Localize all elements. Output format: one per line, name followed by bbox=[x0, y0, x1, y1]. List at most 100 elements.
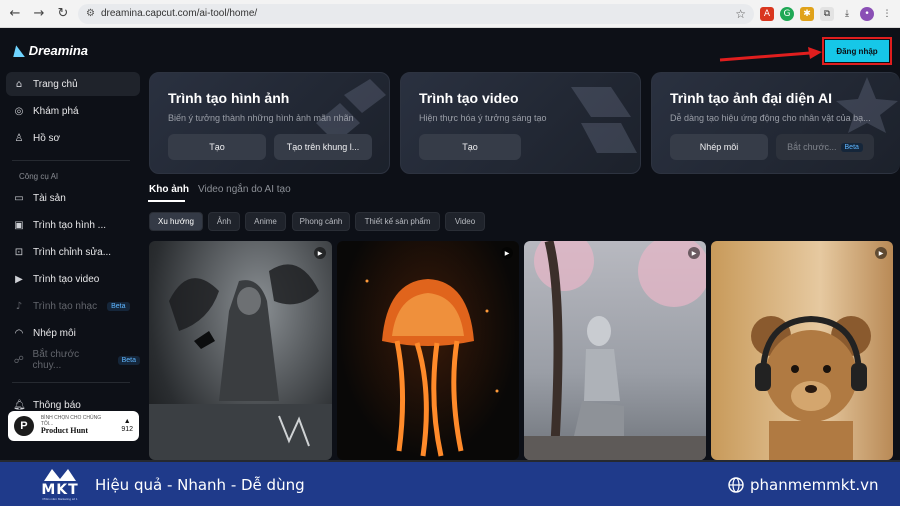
home-icon: ⌂ bbox=[15, 78, 23, 90]
extension-adobe-icon[interactable]: A bbox=[760, 6, 774, 21]
sidebar-item-label: Khám phá bbox=[33, 105, 79, 117]
create-on-canvas-button[interactable]: Tạo trên khung l... bbox=[274, 134, 372, 160]
folder-icon: ▭ bbox=[14, 192, 24, 204]
annotation-arrow bbox=[719, 47, 822, 62]
card-title: Trình tạo video bbox=[419, 90, 519, 106]
card-description: Hiện thực hóa ý tưởng sáng tạo bbox=[419, 113, 547, 123]
active-tab-underline bbox=[148, 200, 185, 202]
sidebar-item-label: Trình tạo hình ... bbox=[33, 219, 107, 231]
motion-icon: ☍ bbox=[13, 354, 24, 366]
sidebar-item-label: Trang chủ bbox=[33, 78, 78, 90]
beta-badge: Beta bbox=[840, 142, 863, 152]
video-indicator-icon: ▶ bbox=[688, 247, 700, 259]
button-label: Bắt chước... bbox=[787, 142, 837, 152]
url-text: dreamina.capcut.com/ai-tool/home/ bbox=[100, 8, 258, 19]
beta-badge: Beta bbox=[107, 301, 130, 311]
video-icon: ▶ bbox=[15, 273, 23, 285]
profile-avatar-icon[interactable]: • bbox=[860, 6, 874, 21]
tab-image-gallery[interactable]: Kho ảnh bbox=[149, 184, 189, 195]
sidebar-item-assets[interactable]: ▭ Tài sản bbox=[6, 186, 140, 210]
sidebar-item-label: Trình tạo nhạc bbox=[33, 300, 98, 312]
sidebar-item-motion-mimic[interactable]: ☍ Bắt chước chuy... Beta bbox=[6, 348, 140, 372]
more-menu-icon[interactable]: ⋮ bbox=[880, 6, 894, 21]
upvote-icon: ▲ bbox=[123, 418, 131, 426]
sidebar-item-music-generator[interactable]: ♪ Trình tạo nhạc Beta bbox=[6, 294, 140, 318]
filter-product-design[interactable]: Thiết kế sản phẩm bbox=[355, 212, 440, 231]
gallery-image-praying-robot[interactable]: ▶ bbox=[524, 241, 706, 460]
gallery-image-dark-wizard[interactable]: ▶ bbox=[149, 241, 332, 460]
sidebar-item-label: Trình tạo video bbox=[33, 273, 100, 285]
sidebar-item-explore[interactable]: ◎ Khám phá bbox=[6, 99, 140, 123]
browser-toolbar: ← → ↻ ⚙ dreamina.capcut.com/ai-tool/home… bbox=[0, 0, 900, 28]
compass-icon: ◎ bbox=[14, 105, 24, 117]
tab-ai-videos[interactable]: Video ngắn do AI tạo bbox=[198, 184, 291, 195]
bell-icon: 🔔︎ bbox=[13, 399, 26, 411]
dreamina-mark-icon: ◣ bbox=[14, 42, 25, 58]
banner-website-text: phanmemmkt.vn bbox=[750, 476, 879, 494]
sidebar-item-label: Nhép môi bbox=[33, 327, 76, 339]
sidebar-divider bbox=[12, 382, 130, 383]
product-hunt-logo-icon: P bbox=[14, 416, 34, 436]
product-hunt-badge[interactable]: P BÌNH CHỌN CHO CHÚNG TÔI... Product Hun… bbox=[8, 411, 139, 441]
mkt-logo: MKT Phần mềm Marketing số 1 bbox=[38, 465, 82, 503]
sidebar-item-label: Tài sản bbox=[33, 192, 66, 204]
sidebar-item-video-generator[interactable]: ▶ Trình tạo video bbox=[6, 267, 140, 291]
sidebar-item-label: Bắt chước chuy... bbox=[32, 349, 80, 371]
filter-landscape[interactable]: Phong cảnh bbox=[292, 212, 350, 231]
bookmark-star-icon[interactable]: ☆ bbox=[735, 7, 746, 21]
video-indicator-icon: ▶ bbox=[501, 247, 513, 259]
extension-puzzle-icon[interactable]: ✱ bbox=[800, 6, 814, 21]
sidebar-item-lipsync[interactable]: ◠ Nhép môi bbox=[6, 321, 140, 345]
product-hunt-brand: Product Hunt bbox=[40, 426, 89, 436]
back-icon[interactable]: ← bbox=[6, 5, 24, 23]
gallery-image-fire-jellyfish[interactable]: ▶ bbox=[337, 241, 519, 460]
app-name: Dreamina bbox=[28, 43, 89, 58]
filter-image[interactable]: Ảnh bbox=[208, 212, 240, 231]
card-description: Biến ý tưởng thành những hình ảnh mãn nh… bbox=[168, 113, 354, 123]
sidebar-item-label: Trình chỉnh sửa... bbox=[33, 246, 112, 258]
lipsync-button[interactable]: Nhép môi bbox=[670, 134, 768, 160]
create-video-button[interactable]: Tạo bbox=[419, 134, 521, 160]
dreamina-logo[interactable]: ◣ Dreamina bbox=[14, 42, 88, 59]
upvote-count: 912 bbox=[121, 426, 133, 433]
mkt-logo-text: MKT bbox=[41, 482, 79, 498]
sidebar-item-profile[interactable]: ♙ Hồ sơ bbox=[6, 126, 140, 150]
video-indicator-icon: ▶ bbox=[314, 247, 326, 259]
robot-artwork bbox=[524, 241, 706, 460]
gallery-image-teddy-bear[interactable]: ▶ bbox=[711, 241, 893, 460]
filter-anime[interactable]: Anime bbox=[245, 212, 286, 231]
create-image-button[interactable]: Tạo bbox=[168, 134, 266, 160]
mkt-logo-subtitle: Phần mềm Marketing số 1 bbox=[42, 497, 78, 501]
motion-mimic-button[interactable]: Bắt chước... Beta bbox=[776, 134, 874, 160]
user-icon: ♙ bbox=[14, 132, 24, 144]
filter-trending[interactable]: Xu hướng bbox=[149, 212, 203, 231]
site-info-icon[interactable]: ⚙ bbox=[86, 8, 95, 19]
download-icon[interactable]: ⤓ bbox=[840, 6, 854, 21]
address-bar[interactable]: ⚙ dreamina.capcut.com/ai-tool/home/ ☆ bbox=[78, 3, 754, 24]
banner-website[interactable]: phanmemmkt.vn bbox=[728, 476, 879, 494]
extension-grammarly-icon[interactable]: G bbox=[780, 6, 794, 21]
music-icon: ♪ bbox=[15, 300, 23, 312]
sidebar-item-editor[interactable]: ⊡ Trình chỉnh sửa... bbox=[6, 240, 140, 264]
sidebar-item-label: Hồ sơ bbox=[33, 132, 61, 144]
globe-icon bbox=[728, 477, 744, 493]
login-button[interactable]: Đăng nhập bbox=[822, 37, 892, 65]
beta-badge: Beta bbox=[117, 355, 140, 365]
jellyfish-artwork bbox=[365, 279, 499, 457]
sidebar-section-title: Công cụ AI bbox=[19, 172, 59, 181]
card-decoration bbox=[836, 77, 898, 133]
lips-icon: ◠ bbox=[14, 327, 24, 339]
wizard-artwork bbox=[149, 264, 332, 460]
card-title: Trình tạo hình ảnh bbox=[168, 90, 290, 106]
card-description: Dễ dàng tạo hiệu ứng động cho nhân vật c… bbox=[670, 113, 871, 123]
teddy-artwork bbox=[751, 315, 871, 460]
edit-icon: ⊡ bbox=[14, 246, 24, 258]
sidebar-item-home[interactable]: ⌂ Trang chủ bbox=[6, 72, 140, 96]
filter-video[interactable]: Video bbox=[445, 212, 485, 231]
forward-icon[interactable]: → bbox=[30, 5, 48, 23]
banner-slogan: Hiệu quả - Nhanh - Dễ dùng bbox=[95, 476, 305, 494]
sidebar-item-image-generator[interactable]: ▣ Trình tạo hình ... bbox=[6, 213, 140, 237]
reload-icon[interactable]: ↻ bbox=[54, 5, 72, 23]
extensions-icon[interactable]: ⧉ bbox=[820, 6, 834, 21]
card-title: Trình tạo ảnh đại diện AI bbox=[670, 90, 833, 106]
